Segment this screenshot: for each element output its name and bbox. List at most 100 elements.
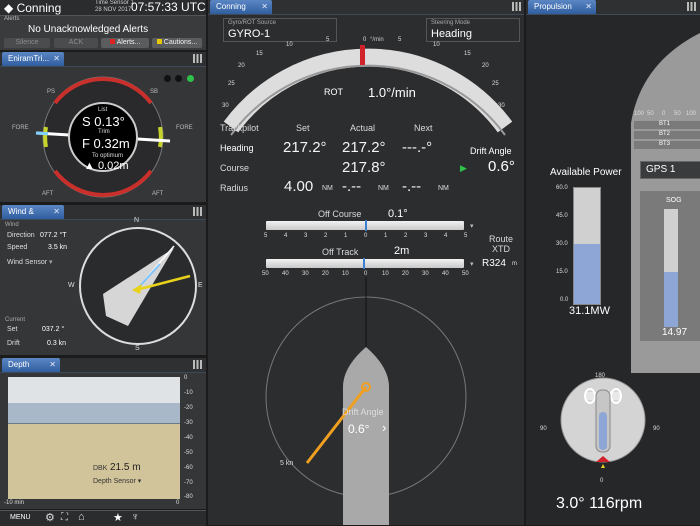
close-icon[interactable]: ✕: [53, 205, 60, 219]
depth-seabed: [8, 423, 180, 499]
trident-icon[interactable]: ♆: [131, 511, 139, 523]
depth-tabbar: Depth ✕: [0, 358, 206, 373]
depth-sensor-select[interactable]: Depth Sensor ▾: [93, 477, 141, 485]
cautions-button[interactable]: Cautions...: [152, 38, 202, 48]
close-icon[interactable]: ✕: [585, 0, 592, 14]
ship-drift-angle-value: 0.6°: [348, 422, 370, 436]
sog-fill: [664, 272, 678, 327]
compass-s-label: S: [135, 345, 140, 352]
xtd-value: R324: [482, 258, 506, 269]
rot-unit-label: °/min: [370, 37, 384, 43]
course-actual-value: 217.8°: [342, 159, 386, 176]
tab-wind[interactable]: Wind & C...✕: [2, 205, 64, 230]
depth-tick: -70: [184, 480, 193, 486]
close-icon[interactable]: ✕: [261, 0, 268, 14]
depth-time-left: -10 min: [4, 500, 25, 506]
grid-menu-icon[interactable]: [512, 2, 521, 11]
ack-button[interactable]: ACK: [54, 38, 98, 48]
rot-tick: 15: [256, 51, 263, 57]
fore-right-label: FORE: [176, 125, 193, 131]
alerts-label: Alerts: [4, 16, 20, 22]
rot-tick: 5: [326, 37, 330, 43]
favorite-star-icon[interactable]: ★: [113, 511, 123, 524]
route-label: Route: [489, 234, 514, 244]
depth-time-right: 0: [176, 500, 180, 506]
radius-next-unit: NM: [438, 185, 449, 192]
gyro-source-label: Gyro/ROT Source: [228, 20, 276, 26]
depth-tick: 0: [184, 375, 188, 381]
pod-value: 3.0° 116rpm: [556, 495, 643, 512]
speed-value: 3.5 kn: [48, 244, 68, 251]
aft-left-label: AFT: [42, 191, 54, 197]
wind-compass: [79, 227, 197, 345]
off-course-tick: 5: [464, 233, 468, 239]
enirami-panel: List S 0.13° Trim F 0.32m To optimum ▲ 0…: [0, 67, 206, 202]
alerts-button[interactable]: Alerts...: [101, 38, 149, 48]
radius-label: Radius: [220, 183, 249, 193]
tab-propulsion[interactable]: Propulsion ✕: [528, 0, 596, 14]
compass-e-label: E: [198, 282, 203, 289]
wind-panel: Wind Direction 077.2 °T Speed 3.5 kn Win…: [0, 217, 206, 355]
tab-conning[interactable]: Conning H...✕: [210, 0, 272, 25]
radius-actual-value: -.--: [342, 178, 362, 195]
gps-source-select[interactable]: GPS 1: [640, 161, 700, 179]
home-icon[interactable]: ⌂: [78, 511, 85, 523]
wind-tabbar: Wind & C...✕: [0, 205, 206, 230]
set-value: 037.2 °: [42, 326, 65, 333]
screen-capture-icon[interactable]: ⛶: [61, 512, 68, 523]
rot-tick: 20: [482, 63, 489, 69]
close-icon[interactable]: ✕: [53, 52, 60, 66]
depth-line: [8, 423, 180, 424]
grid-menu-icon[interactable]: [687, 2, 696, 11]
speed-vector-label: 5 kn: [280, 460, 294, 467]
settings-gear-icon[interactable]: ⚙: [45, 511, 55, 524]
wind-section-label: Wind: [5, 222, 19, 228]
dbk-label: DBK: [93, 465, 108, 472]
drift-label: Drift: [7, 340, 20, 347]
power-tick: 0.0: [560, 297, 569, 303]
silence-button[interactable]: Silence: [4, 38, 50, 48]
grid-menu-icon[interactable]: [193, 207, 202, 216]
depth-tick: -60: [184, 465, 193, 471]
off-track-scale: [266, 259, 464, 268]
conning-panel: Gyro/ROT Source GYRO-1 Steering Mode Hea…: [208, 15, 524, 525]
trackpilot-label: Trackpilot: [220, 123, 259, 133]
radius-actual-unit: NM: [378, 185, 389, 192]
sog-panel: SOG 14.97: [640, 191, 700, 341]
aft-right-label: AFT: [152, 191, 164, 197]
enirami-tabbar: EniramTri... ✕: [0, 52, 206, 67]
close-icon[interactable]: ✕: [49, 358, 56, 372]
conning-app-title[interactable]: ◆ Conning: [4, 1, 61, 15]
off-course-tick: 0: [364, 233, 368, 239]
wind-sensor-select[interactable]: Wind Sensor ▾: [7, 258, 53, 266]
grid-menu-icon[interactable]: [193, 360, 202, 369]
power-tick: 15.0: [556, 269, 568, 275]
radius-set-unit: NM: [322, 185, 333, 192]
rot-tick: 20: [238, 63, 245, 69]
list-label: List: [98, 107, 108, 113]
header-bar: ◆ Conning Time Sensor 1 28 NOV 2017 07:5…: [0, 0, 206, 16]
drift-angle-value: 0.6°: [488, 158, 515, 175]
off-track-dropdown-icon[interactable]: ▾: [470, 260, 474, 268]
off-track-label: Off Track: [322, 247, 359, 257]
drift-angle-label: Drift Angle: [470, 146, 512, 156]
power-value: 31.1MW: [569, 305, 610, 317]
chevron-right-icon[interactable]: ›: [382, 420, 386, 435]
thruster-tick: 50: [674, 111, 681, 117]
trim-value: F 0.32m: [82, 136, 130, 151]
ship-drift-angle-label: Drift Angle: [342, 407, 384, 417]
available-power-label: Available Power: [550, 167, 622, 178]
off-course-dropdown-icon[interactable]: ▾: [470, 222, 474, 230]
depth-tick: -50: [184, 450, 193, 456]
bow-thruster-bt1: BT1: [634, 121, 700, 129]
depth-tick: -20: [184, 405, 193, 411]
menu-button[interactable]: MENU: [10, 514, 31, 521]
grid-menu-icon[interactable]: [193, 54, 202, 63]
dropdown-arrow-icon: ▾: [49, 259, 53, 266]
play-arrow-icon[interactable]: ▶: [460, 163, 467, 174]
pod-tick-top: 180: [595, 373, 606, 379]
tab-enirami[interactable]: EniramTri... ✕: [2, 52, 64, 66]
tab-depth[interactable]: Depth ✕: [2, 358, 60, 372]
off-course-tick: 4: [284, 233, 288, 239]
radius-set-value: 4.00: [284, 178, 314, 195]
